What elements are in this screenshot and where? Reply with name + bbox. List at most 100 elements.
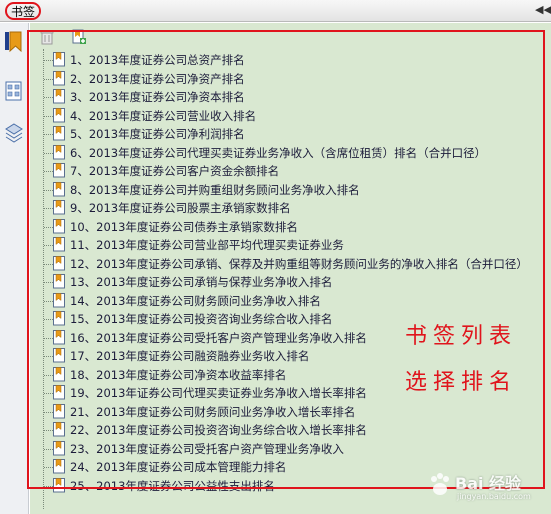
- bookmark-label: 16、2013年度证券公司受托客户资产管理业务净收入排名: [70, 330, 367, 345]
- bookmark-item[interactable]: 13、2013年度证券公司承销与保荐业务净收入排名: [30, 273, 551, 292]
- tree-connector: [44, 356, 53, 357]
- bookmark-label: 8、2013年度证券公司并购重组财务顾问业务净收入排名: [70, 182, 360, 197]
- tree-connector: [44, 337, 53, 339]
- tree-connector: [44, 189, 53, 191]
- tree-connector: [44, 319, 53, 320]
- bookmark-item[interactable]: 3、2013年度证券公司净资本排名: [30, 88, 551, 107]
- bookmark-label: 13、2013年度证券公司承销与保荐业务净收入排名: [70, 275, 333, 289]
- bookmark-label: 7、2013年度证券公司客户资金余额排名: [70, 164, 280, 178]
- watermark: Bai 经验 jingyan.baidu.com: [423, 468, 543, 506]
- tree-connector: [44, 245, 53, 246]
- bookmark-icon: [53, 274, 66, 289]
- bookmark-label: 3、2013年度证券公司净资本排名: [70, 90, 245, 104]
- bookmark-icon: [53, 163, 66, 178]
- bookmark-item[interactable]: 5、2013年度证券公司净利润排名: [30, 125, 551, 144]
- bookmark-label: 5、2013年度证券公司净利润排名: [70, 127, 245, 141]
- bookmark-icon: [53, 459, 66, 474]
- tree-connector: [44, 115, 53, 117]
- bookmark-item[interactable]: 6、2013年度证券公司代理买卖证券业务净收入（含席位租赁）排名（合并口径）: [30, 144, 551, 163]
- bookmark-icon: [53, 107, 66, 123]
- bookmark-item[interactable]: 22、2013年度证券公司投资咨询业务综合收入增长率排名: [30, 421, 551, 440]
- bookmark-item[interactable]: 11、2013年度证券公司营业部平均代理买卖证券业务: [30, 236, 551, 255]
- bookmark-icon: [53, 348, 66, 363]
- bookmark-toolbar: [30, 23, 551, 49]
- tree-connector: [44, 263, 53, 265]
- bookmark-label: 17、2013年度证券公司融资融券业务收入排名: [70, 349, 310, 363]
- bookmark-icon: [53, 292, 66, 308]
- tree-connector: [44, 226, 53, 228]
- bookmark-item[interactable]: 21、2013年度证券公司财务顾问业务净收入增长率排名: [30, 403, 551, 422]
- tree-connector: [44, 411, 53, 413]
- bookmark-icon: [53, 126, 66, 141]
- double-left-arrow-icon[interactable]: ◀◀: [535, 3, 551, 17]
- bookmark-item[interactable]: 8、2013年度证券公司并购重组财务顾问业务净收入排名: [30, 181, 551, 200]
- bookmark-icon: [53, 311, 66, 326]
- panel-title: 书签: [5, 2, 42, 20]
- bookmark-label: 4、2013年度证券公司营业收入排名: [70, 108, 257, 123]
- tree-connector: [44, 300, 53, 302]
- paw-logo-icon: [431, 473, 449, 495]
- tree-connector: [44, 208, 53, 209]
- bookmark-icon: [53, 440, 66, 456]
- bookmark-label: 6、2013年度证券公司代理买卖证券业务净收入（含席位租赁）排名（合并口径）: [70, 145, 487, 160]
- bookmark-item[interactable]: 7、2013年度证券公司客户资金余额排名: [30, 162, 551, 181]
- layers-icon[interactable]: [4, 122, 24, 143]
- tree-connector: [44, 448, 53, 450]
- tree-connector: [44, 430, 53, 431]
- panel-titlebar: 书签 ◀◀: [0, 0, 551, 22]
- bookmark-label: 15、2013年度证券公司投资咨询业务综合收入排名: [70, 312, 333, 326]
- bookmark-label: 19、2013年证券公司代理买卖证券业务净收入增长率排名: [70, 386, 367, 400]
- bookmark-icon: [53, 329, 66, 345]
- bookmark-icon: [53, 237, 66, 252]
- bookmark-icon: [53, 144, 66, 160]
- bookmark-icon: [53, 52, 66, 67]
- tree-connector: [44, 60, 53, 61]
- bookmark-icon: [53, 477, 66, 493]
- bookmark-label: 14、2013年度证券公司财务顾问业务净收入排名: [70, 293, 321, 308]
- page-thumbnails-icon[interactable]: [4, 81, 24, 101]
- tree-connector: [44, 467, 53, 468]
- bookmark-icon: [53, 422, 66, 437]
- bookmark-item[interactable]: 4、2013年度证券公司营业收入排名: [30, 107, 551, 126]
- bookmark-item[interactable]: 1、2013年度证券公司总资产排名: [30, 51, 551, 70]
- bookmark-item[interactable]: 2、2013年度证券公司净资产排名: [30, 70, 551, 89]
- bookmark-label: 22、2013年度证券公司投资咨询业务综合收入增长率排名: [70, 423, 367, 437]
- bookmark-label: 2、2013年度证券公司净资产排名: [70, 71, 245, 86]
- bookmark-item[interactable]: 23、2013年度证券公司受托客户资产管理业务净收入: [30, 440, 551, 459]
- bookmark-label: 10、2013年度证券公司债券主承销家数排名: [70, 219, 298, 234]
- delete-bookmark-icon[interactable]: [39, 29, 55, 45]
- bookmark-item[interactable]: 9、2013年度证券公司股票主承销家数排名: [30, 199, 551, 218]
- tree-connector: [44, 282, 53, 283]
- bookmark-icon: [53, 200, 66, 215]
- tree-connector: [44, 97, 53, 98]
- bookmarks-panel-icon[interactable]: [4, 31, 24, 53]
- bookmark-item[interactable]: 10、2013年度证券公司债券主承销家数排名: [30, 218, 551, 237]
- annotation-line2: 选择排名: [405, 370, 518, 395]
- bookmark-label: 12、2013年度证券公司承销、保荐及并购重组等财务顾问业务的净收入排名（合并口…: [70, 256, 528, 271]
- navigation-sidebar: [0, 23, 29, 514]
- bookmark-label: 18、2013年度证券公司净资本收益率排名: [70, 367, 287, 382]
- bookmark-item[interactable]: 14、2013年度证券公司财务顾问业务净收入排名: [30, 292, 551, 311]
- tree-connector: [44, 485, 53, 487]
- annotation-line1: 书签列表: [405, 324, 518, 349]
- bookmark-icon: [53, 255, 66, 271]
- bookmark-label: 21、2013年度证券公司财务顾问业务净收入增长率排名: [70, 404, 356, 419]
- bookmark-item[interactable]: 12、2013年度证券公司承销、保荐及并购重组等财务顾问业务的净收入排名（合并口…: [30, 255, 551, 274]
- tree-connector: [44, 374, 53, 376]
- bookmark-icon: [53, 385, 66, 400]
- bookmark-icon: [53, 89, 66, 104]
- bookmark-label: 9、2013年度证券公司股票主承销家数排名: [70, 201, 291, 215]
- bookmark-icon: [53, 70, 66, 86]
- bookmark-label: 11、2013年度证券公司营业部平均代理买卖证券业务: [70, 238, 344, 252]
- tree-connector: [44, 152, 53, 154]
- bookmark-panel: 1、2013年度证券公司总资产排名 2、2013年度证券公司净资产排名 3、2013…: [30, 23, 551, 514]
- tree-connector: [44, 393, 53, 394]
- new-bookmark-icon[interactable]: [71, 29, 87, 45]
- bookmark-icon: [53, 218, 66, 234]
- tree-connector: [44, 78, 53, 80]
- watermark-url: jingyan.baidu.com: [457, 492, 531, 501]
- bookmark-label: 1、2013年度证券公司总资产排名: [70, 53, 245, 67]
- tree-connector: [44, 171, 53, 172]
- bookmark-label: 23、2013年度证券公司受托客户资产管理业务净收入: [70, 441, 344, 456]
- bookmark-icon: [53, 403, 66, 419]
